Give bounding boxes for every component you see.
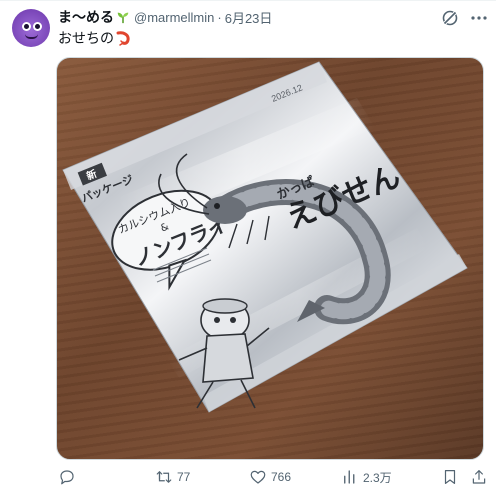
snack-package-image: 2026.12 新 パッケージ カルシウム入り & ノンフライ かっぱ えびせん	[62, 61, 468, 413]
user-handle[interactable]: @marmellmin	[134, 10, 214, 25]
tweet-text-content: おせちの	[58, 30, 114, 46]
retweet-icon	[156, 471, 172, 483]
share-button[interactable]	[470, 467, 488, 487]
tweet[interactable]: ま〜める @marmellmin · 6月23日 おせちの 2026.12 新 …	[0, 0, 496, 490]
tweet-image[interactable]: 2026.12 新 パッケージ カルシウム入り & ノンフライ かっぱ えびせん	[56, 57, 484, 460]
like-icon	[250, 470, 266, 484]
bookmark-button[interactable]	[441, 467, 459, 487]
grok-icon[interactable]	[440, 8, 460, 28]
avatar-eye	[22, 22, 31, 31]
reply-button[interactable]	[58, 467, 80, 487]
bookmark-icon	[444, 470, 456, 484]
display-name[interactable]: ま〜める	[58, 7, 114, 27]
sprout-icon	[117, 12, 129, 24]
retweet-button[interactable]: 77	[155, 467, 190, 487]
like-count: 766	[271, 470, 292, 484]
share-icon	[472, 470, 486, 484]
avatar[interactable]	[12, 9, 50, 47]
tweet-text: おせちの	[58, 29, 131, 47]
more-icon[interactable]	[469, 8, 489, 28]
tweet-date[interactable]: 6月23日	[225, 8, 273, 27]
views-icon	[344, 470, 355, 484]
shrimp-emoji	[116, 31, 130, 46]
reply-icon	[60, 470, 74, 485]
views-count: 2.3万	[363, 470, 392, 485]
like-button[interactable]: 766	[249, 467, 291, 487]
tweet-actions: 77 766 2.3万	[58, 467, 490, 487]
views-button[interactable]: 2.3万	[341, 467, 392, 487]
avatar-eye	[33, 22, 42, 31]
avatar-mouth	[25, 34, 38, 39]
tweet-header: ま〜める @marmellmin · 6月23日	[58, 8, 272, 26]
separator-dot: ·	[217, 9, 222, 25]
retweet-count: 77	[177, 470, 191, 484]
